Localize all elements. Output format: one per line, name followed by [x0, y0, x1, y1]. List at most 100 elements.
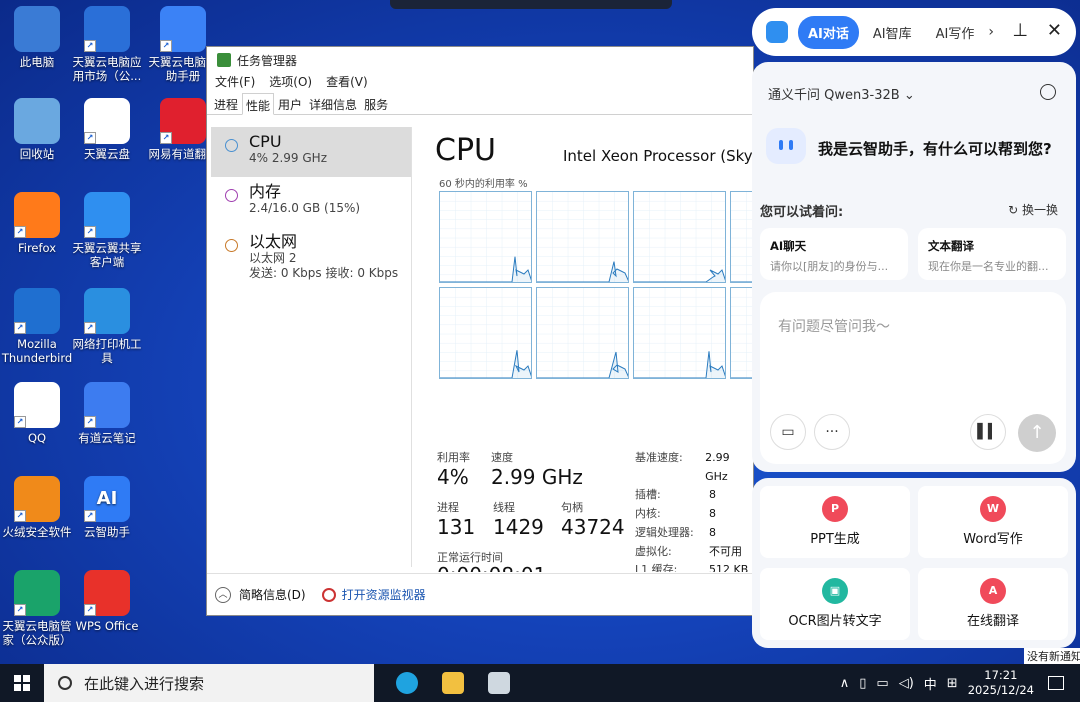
desktop-icon[interactable]: 此电脑	[0, 6, 74, 69]
resource-name: CPU	[249, 132, 282, 151]
cpu-usage-line	[634, 192, 725, 282]
network-icon[interactable]: ▭	[876, 676, 888, 691]
refresh-label: 换一换	[1021, 203, 1058, 217]
tool-ppt[interactable]: P PPT生成	[760, 486, 910, 558]
shortcut-arrow-icon: ↗	[84, 40, 96, 52]
desktop-icon-label: 网络打印机工具	[72, 337, 142, 365]
title-bar[interactable]: 任务管理器	[207, 47, 753, 73]
app-market-icon: ↗	[84, 6, 130, 52]
desktop-icon[interactable]: 回收站	[0, 98, 74, 161]
desktop-icon[interactable]: ↗ 火绒安全软件	[0, 476, 74, 539]
cpu-detail-pane: CPU Intel Xeon Processor (Skylake 60 秒内的…	[435, 127, 753, 572]
speed-value: 2.99 GHz	[491, 465, 583, 489]
desktop-icon[interactable]: ↗ 天翼云电脑管家（公众版）	[0, 570, 74, 647]
notification-icon[interactable]	[1048, 676, 1064, 690]
pin-icon[interactable]: ⊥	[1012, 20, 1028, 41]
desktop-icon[interactable]: ↗ Firefox	[0, 192, 74, 255]
taskbar-taskmanager[interactable]	[476, 664, 522, 702]
spec-key: 内核:	[635, 507, 661, 521]
process-value: 131	[437, 515, 476, 539]
clock[interactable]: 17:21 2025/12/24	[968, 668, 1034, 698]
resource-cpu[interactable]: CPU 4% 2.99 GHz	[211, 127, 411, 177]
edge-icon	[396, 672, 418, 694]
notification-toast: 没有新通知	[1024, 648, 1080, 664]
resource-sub2: 发送: 0 Kbps 接收: 0 Kbps	[249, 266, 399, 280]
task-manager-icon	[217, 53, 231, 67]
cpu-dot-icon	[225, 139, 238, 152]
fewer-details-button[interactable]: 简略信息(D)	[239, 586, 306, 603]
desktop-icon-label: 此电脑	[19, 55, 55, 69]
more-icon[interactable]: ···	[814, 414, 850, 450]
taskbar-edge[interactable]	[384, 664, 430, 702]
tool-word[interactable]: W Word写作	[918, 486, 1068, 558]
system-tray: ∧ ▯ ▭ ◁) 中 ⊞ 17:21 2025/12/24	[840, 664, 1080, 702]
desktop-icon[interactable]: ↗ 网络打印机工具	[70, 288, 144, 365]
cpu-usage-line	[731, 192, 753, 282]
spec-value: 8	[709, 525, 716, 539]
tab-performance[interactable]: 性能	[242, 93, 275, 115]
huorong-icon: ↗	[14, 476, 60, 522]
open-resource-monitor-link[interactable]: 打开资源监视器	[342, 586, 426, 603]
ppt-icon: P	[822, 496, 848, 522]
spec-row: 基准速度: 2.99 GHz	[635, 449, 753, 486]
model-name: 通义千问 Qwen3-32B	[768, 88, 900, 103]
tab-services[interactable]: 服务	[361, 93, 391, 114]
menu-options[interactable]: 选项(O)	[269, 73, 312, 93]
desktop-icon[interactable]: ↗ Mozilla Thunderbird	[0, 288, 74, 365]
desktop-icon[interactable]: ↗ 天翼云盘	[70, 98, 144, 161]
chevron-up-icon[interactable]: ︿	[215, 586, 231, 603]
spec-value: 2.99 GHz	[705, 451, 730, 483]
tab-ai-writing[interactable]: AI写作	[926, 16, 985, 49]
folder-icon[interactable]: ▭	[770, 414, 806, 450]
taskbar-explorer[interactable]	[430, 664, 476, 702]
tray-app-icon[interactable]: ▯	[859, 676, 866, 691]
model-selector[interactable]: 通义千问 Qwen3-32B ⌄	[768, 84, 915, 103]
tab-processes[interactable]: 进程	[211, 93, 241, 114]
suggestion-card-translate[interactable]: 文本翻译 现在你是一名专业的翻...	[918, 228, 1066, 280]
desktop-icon-label: WPS Office	[75, 619, 139, 633]
volume-icon[interactable]: ◁)	[899, 676, 914, 691]
refresh-button[interactable]: ↻ 换一换	[1008, 201, 1058, 218]
wps-icon: ↗	[84, 570, 130, 616]
suggestion-card-chat[interactable]: AI聊天 请你以[朋友]的身份与...	[760, 228, 908, 280]
tab-details[interactable]: 详细信息	[306, 93, 360, 114]
shortcut-arrow-icon: ↗	[84, 226, 96, 238]
history-icon[interactable]	[1040, 84, 1056, 100]
tool-label: OCR图片转文字	[788, 614, 882, 629]
ime-mode-icon[interactable]: ⊞	[947, 676, 958, 691]
desktop-icon[interactable]: ↗ 有道云笔记	[70, 382, 144, 445]
resource-ethernet[interactable]: 以太网 以太网 2 发送: 0 Kbps 接收: 0 Kbps	[211, 227, 411, 287]
menu-file[interactable]: 文件(F)	[215, 73, 255, 93]
spec-key: 插槽:	[635, 488, 661, 502]
handle-value: 43724	[561, 515, 625, 539]
help-manual-icon: ↗	[160, 6, 206, 52]
tool-label: PPT生成	[810, 532, 860, 547]
menu-view[interactable]: 查看(V)	[326, 73, 368, 93]
desktop-icon[interactable]: ↗ QQ	[0, 382, 74, 445]
chat-input[interactable]: 有问题尽管问我～ ▭ ··· ▌▍ ↑	[760, 292, 1066, 464]
share-client-icon: ↗	[84, 192, 130, 238]
start-button[interactable]	[0, 664, 44, 702]
desktop-icon[interactable]: AI ↗ 云智助手	[70, 476, 144, 539]
voice-icon[interactable]: ▌▍	[970, 414, 1006, 450]
tool-translate[interactable]: A 在线翻译	[918, 568, 1068, 640]
chevron-up-icon[interactable]: ∧	[840, 676, 850, 691]
desktop-icon[interactable]: ↗ WPS Office	[70, 570, 144, 633]
tool-ocr[interactable]: ▣ OCR图片转文字	[760, 568, 910, 640]
tab-users[interactable]: 用户	[275, 93, 305, 114]
send-button[interactable]: ↑	[1018, 414, 1056, 452]
tab-ai-library[interactable]: AI智库	[863, 16, 922, 49]
desktop-icon[interactable]: ↗ 天翼云翼共享客户端	[70, 192, 144, 269]
desktop-icon[interactable]: ↗ 天翼云电脑应用市场（公...	[70, 6, 144, 83]
thread-value: 1429	[493, 515, 544, 539]
ime-indicator[interactable]: 中	[924, 674, 937, 693]
pane-divider[interactable]	[411, 127, 412, 567]
cpu-core-graph	[439, 287, 532, 379]
resource-memory[interactable]: 内存 2.4/16.0 GB (15%)	[211, 177, 411, 227]
util-value: 4%	[437, 465, 469, 489]
close-icon[interactable]: ✕	[1047, 20, 1062, 41]
chevron-right-icon[interactable]: ›	[988, 24, 1006, 40]
tab-ai-chat[interactable]: AI对话	[798, 15, 859, 49]
recycle-bin-icon	[14, 98, 60, 144]
taskbar-search[interactable]: 在此键入进行搜索	[44, 664, 374, 702]
